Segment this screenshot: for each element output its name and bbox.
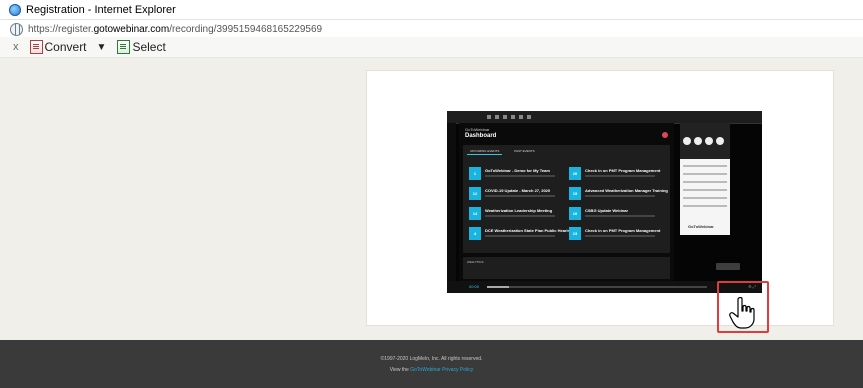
event-item: 23 Check in on PMT Program Management [569,227,669,245]
video-left-nav [447,123,456,281]
window-titlebar: Registration - Internet Explorer [0,0,863,19]
address-url[interactable]: https://register.gotowebinar.com/recordi… [28,24,322,35]
privacy-policy-link[interactable]: GoToWebinar Privacy Policy [410,367,473,373]
window-title: Registration - Internet Explorer [26,3,176,16]
event-item: 14 Weatherization Leadership Meeting [469,207,569,225]
recording-video[interactable]: GoToWebinar Dashboard UPCOMING EVENTS PA… [447,111,762,293]
address-bar[interactable]: https://register.gotowebinar.com/recordi… [0,19,863,39]
video-progress-bar[interactable] [487,286,707,288]
events-panel: UPCOMING EVENTS PAST EVENTS 1 GoToWebina… [463,145,670,253]
dashboard-brand: GoToWebinar [465,127,490,132]
video-control-pane: GoToWebinar [680,123,730,235]
tab-upcoming-events: UPCOMING EVENTS [467,148,503,155]
recording-card: GoToWebinar Dashboard UPCOMING EVENTS PA… [366,70,834,333]
dashboard-heading: Dashboard [465,133,497,139]
video-time: 00:00 [469,284,480,289]
close-toolbar-button[interactable]: x [13,41,19,53]
page-body: GoToWebinar Dashboard UPCOMING EVENTS PA… [8,58,863,340]
select-button[interactable]: Select [132,40,165,54]
convert-icon [29,40,43,54]
hand-cursor-icon [729,297,755,329]
event-item: 26 Check in on PMT Program Management [569,167,669,185]
globe-icon [10,22,23,36]
video-dashboard: GoToWebinar Dashboard UPCOMING EVENTS PA… [459,123,674,283]
footer-copyright: ©1997-2020 LogMeIn, Inc. All rights rese… [380,356,483,362]
event-item: 16 CSBG Update Webinar [569,207,669,225]
page-footer: ©1997-2020 LogMeIn, Inc. All rights rese… [0,340,863,388]
convert-button[interactable]: Convert [45,40,87,54]
heart-icon [662,132,668,138]
internet-explorer-icon [9,3,21,16]
event-item: 4 DCE Weatherization State Plan Public H… [469,227,573,245]
pdf-toolbar: x Convert ▼ Select [0,37,863,58]
tab-past-events: PAST EVENTS [514,149,535,153]
video-action-button[interactable] [716,263,740,270]
event-item: 12 COVID-19 Update - March 27, 2020 [469,187,569,205]
select-icon [117,40,131,54]
analytics-label: ANALYTICS [467,260,484,264]
event-item: 1 GoToWebinar - Demo for My Team [469,167,569,185]
analytics-panel: ANALYTICS [463,257,670,279]
footer-privacy-line: View the GoToWebinar Privacy Policy [389,367,474,373]
event-item: 15 Advanced Weatherization Manager Train… [569,187,669,205]
events-tabs: UPCOMING EVENTS PAST EVENTS [467,148,546,155]
right-pane-logo: GoToWebinar [688,224,714,229]
convert-dropdown-icon[interactable]: ▼ [97,42,107,53]
video-controls: 00:00 ⚙ ⤢ [447,281,762,293]
